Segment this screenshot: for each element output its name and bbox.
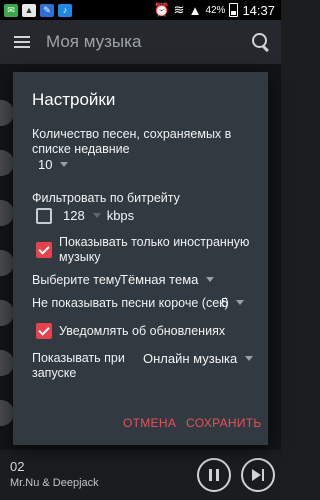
alarm-icon: ⏰ bbox=[153, 2, 170, 17]
signal-icon: ▲ bbox=[188, 2, 202, 18]
app-title: Моя музыка bbox=[46, 32, 142, 51]
recent-count-dropdown[interactable]: 10 bbox=[38, 157, 69, 172]
gallery-icon: ▲ bbox=[22, 3, 36, 17]
settings-app-icon: ✎ bbox=[40, 3, 54, 17]
skip-next-icon bbox=[251, 469, 265, 481]
save-button[interactable]: СОХРАНИТЬ bbox=[186, 416, 262, 430]
pause-button[interactable] bbox=[197, 458, 231, 492]
theme-label: Выберите тему bbox=[32, 273, 121, 287]
now-playing-bar[interactable]: 02 Mr.Nu & Deepjack bbox=[0, 450, 281, 500]
menu-icon[interactable] bbox=[14, 33, 30, 51]
status-bar: ✉ ▲ ✎ ♪ ⏰ ≋ ▲ 42% 14:37 bbox=[0, 0, 281, 20]
next-button[interactable] bbox=[241, 458, 275, 492]
dropdown-arrow-icon bbox=[236, 300, 245, 305]
recent-count-value: 10 bbox=[38, 157, 53, 172]
foreign-music-checkbox[interactable] bbox=[36, 242, 52, 258]
min-length-label: Не показывать песни короче (сек) bbox=[32, 296, 229, 310]
battery-icon bbox=[229, 3, 239, 17]
theme-value: Тёмная тема bbox=[120, 272, 199, 287]
bitrate-value: 128 bbox=[63, 208, 85, 223]
now-playing-artist: Mr.Nu & Deepjack bbox=[10, 477, 99, 489]
foreign-music-label[interactable]: Показывать только иностранную музыку bbox=[59, 235, 254, 265]
settings-dialog: Настройки Количество песен, сохраняемых … bbox=[13, 72, 268, 445]
recent-count-label: Количество песен, сохраняемых в списке н… bbox=[32, 127, 232, 156]
update-notifications-label[interactable]: Уведомлять об обновлениях bbox=[59, 324, 225, 339]
app-bar: Моя музыка bbox=[0, 20, 281, 64]
min-length-dropdown[interactable]: 5 bbox=[221, 295, 245, 310]
bitrate-filter-checkbox[interactable] bbox=[36, 208, 52, 224]
dropdown-arrow-icon bbox=[206, 277, 215, 282]
dropdown-arrow-icon bbox=[92, 213, 101, 218]
wifi-icon: ≋ bbox=[173, 2, 185, 17]
search-icon[interactable] bbox=[251, 32, 271, 52]
clock: 14:37 bbox=[242, 2, 275, 18]
pause-icon bbox=[209, 469, 219, 481]
cancel-button[interactable]: ОТМЕНА bbox=[123, 416, 176, 430]
now-playing-track-number: 02 bbox=[10, 459, 25, 474]
dialog-title: Настройки bbox=[32, 90, 116, 109]
battery-percent: 42% bbox=[205, 4, 226, 16]
startup-value: Онлайн музыка bbox=[143, 351, 238, 366]
startup-label: Показывать при запуске bbox=[32, 351, 125, 380]
startup-dropdown[interactable]: Онлайн музыка bbox=[143, 351, 254, 366]
bitrate-filter-label: Фильтровать по битрейту bbox=[32, 191, 180, 205]
music-app-icon: ♪ bbox=[58, 3, 72, 17]
min-length-value: 5 bbox=[221, 295, 229, 310]
dropdown-arrow-icon bbox=[245, 356, 254, 361]
bitrate-dropdown[interactable]: 128 kbps bbox=[63, 208, 134, 223]
update-notifications-checkbox[interactable] bbox=[36, 323, 52, 339]
dropdown-arrow-icon bbox=[60, 162, 69, 167]
message-icon: ✉ bbox=[4, 3, 18, 17]
theme-dropdown[interactable]: Тёмная тема bbox=[120, 272, 215, 287]
bitrate-unit: kbps bbox=[106, 208, 135, 223]
